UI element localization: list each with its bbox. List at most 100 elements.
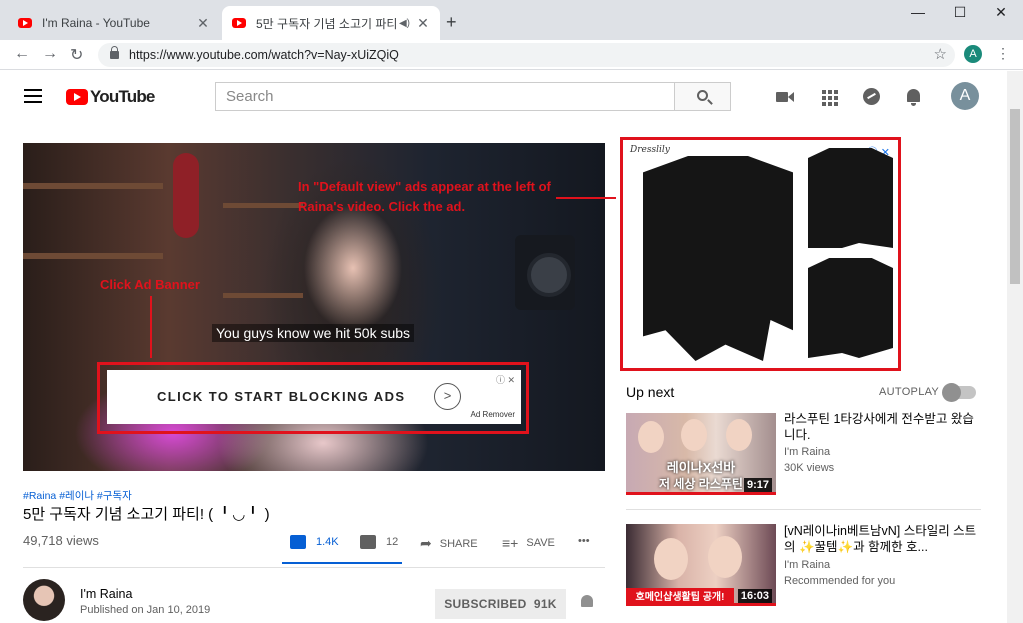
- browser-profile-avatar[interactable]: A: [964, 45, 982, 63]
- channel-name[interactable]: I'm Raina: [80, 587, 132, 601]
- youtube-favicon-icon: [18, 18, 32, 28]
- thumbs-down-icon: [360, 535, 376, 549]
- tab-close-icon[interactable]: ✕: [416, 15, 430, 32]
- like-count: 1.4K: [316, 536, 339, 548]
- youtube-logo[interactable]: YouTube: [66, 87, 155, 107]
- shelf: [23, 253, 163, 259]
- ad-banner-highlight: [97, 362, 529, 434]
- search-input[interactable]: Search: [215, 82, 674, 111]
- recommended-title[interactable]: [vN레이나in베트남vN] 스타일리 스트의 ✨꿀템✨과 함께한 호...: [784, 523, 984, 555]
- playlist-add-icon: ≡+: [502, 535, 519, 551]
- shelf: [223, 203, 303, 208]
- dislike-count: 12: [386, 536, 399, 548]
- youtube-logo-text: YouTube: [90, 87, 155, 106]
- youtube-favicon-icon: [232, 18, 246, 28]
- notifications-bell-icon[interactable]: [905, 88, 923, 106]
- video-thumbnail[interactable]: 호메인샵생활팁 공개! 16:03: [626, 524, 776, 606]
- share-label: SHARE: [439, 537, 478, 550]
- tab-close-icon[interactable]: ✕: [196, 15, 210, 32]
- video-caption: You guys know we hit 50k subs: [212, 324, 415, 342]
- microphone: [173, 153, 199, 238]
- annotation-arrow: [556, 197, 616, 199]
- thumbnail-text: 레이나X선바: [666, 460, 736, 475]
- save-label: SAVE: [526, 537, 555, 549]
- like-ratio-bar: [282, 562, 402, 564]
- recommended-channel[interactable]: I'm Raina: [784, 559, 830, 571]
- thumbnail-text: 호메인샵생활팁 공개!: [626, 588, 734, 603]
- create-video-icon[interactable]: [776, 88, 794, 106]
- video-title: 5만 구독자 기념 소고기 파티! ( ╹◡╹ ): [23, 506, 270, 523]
- video-thumbnail[interactable]: 레이나X선바 저 세상 라스푸틴 9:17: [626, 413, 776, 495]
- tab-im-raina[interactable]: I'm Raina - YouTube ✕: [8, 6, 220, 40]
- face: [638, 421, 664, 453]
- dislike-button[interactable]: 12: [360, 535, 398, 549]
- maximize-button[interactable]: ☐: [945, 4, 975, 21]
- up-next-heading: Up next: [626, 384, 675, 400]
- face: [726, 419, 752, 451]
- like-button[interactable]: 1.4K: [290, 535, 339, 549]
- apps-grid-icon[interactable]: [820, 88, 838, 106]
- recommended-views: 30K views: [784, 462, 835, 474]
- duration-badge: 9:17: [743, 478, 772, 492]
- speaker: [515, 235, 575, 310]
- address-bar[interactable]: https://www.youtube.com/watch?v=Nay-xUiZ…: [98, 43, 955, 67]
- tab-title: I'm Raina - YouTube: [42, 16, 150, 30]
- view-count: 49,718 views: [23, 533, 99, 548]
- browser-menu-icon[interactable]: ⋮: [996, 45, 1010, 62]
- bookmark-star-icon[interactable]: ☆: [934, 45, 947, 63]
- watch-progress-bar: [626, 492, 776, 495]
- new-tab-button[interactable]: +: [446, 12, 457, 33]
- youtube-page: YouTube Search A You guys know we hit 50…: [0, 71, 1007, 623]
- more-actions-button[interactable]: •••: [578, 535, 590, 547]
- recommended-reason: Recommended for you: [784, 575, 896, 587]
- youtube-logo-icon: [66, 89, 88, 105]
- forward-button[interactable]: →: [42, 45, 58, 63]
- channel-notification-bell-icon[interactable]: [579, 595, 595, 611]
- search-button[interactable]: [674, 82, 731, 111]
- messages-icon[interactable]: [863, 88, 881, 106]
- subscriber-count: 91K: [533, 597, 557, 611]
- save-button[interactable]: ≡+ SAVE: [502, 535, 555, 551]
- recommended-channel[interactable]: I'm Raina: [784, 446, 830, 458]
- tab-video-active[interactable]: 5만 구독자 기념 소고기 파티 ◀) ✕: [222, 6, 440, 40]
- tab-title: 5만 구독자 기념 소고기 파티: [256, 16, 398, 31]
- autoplay-toggle[interactable]: [942, 383, 976, 402]
- face: [681, 419, 707, 451]
- recommended-title[interactable]: 라스푸틴 1타강사에게 전수받고 왔습니다.: [784, 411, 984, 443]
- thumbs-up-icon: [290, 535, 306, 549]
- hamburger-menu-icon[interactable]: [24, 89, 42, 103]
- duration-badge: 16:03: [737, 589, 772, 603]
- account-avatar[interactable]: A: [951, 82, 979, 110]
- channel-avatar[interactable]: [23, 579, 65, 621]
- annotation-arrow: [150, 296, 152, 358]
- browser-toolbar: ← → ↻ https://www.youtube.com/watch?v=Na…: [0, 40, 1023, 70]
- publish-date: Published on Jan 10, 2019: [80, 604, 211, 616]
- divider: [626, 509, 981, 510]
- subscribe-label: SUBSCRIBED: [444, 597, 527, 611]
- share-button[interactable]: ➦ SHARE: [420, 535, 478, 552]
- side-ad-annotation: In "Default view" ads appear at the left…: [298, 179, 551, 214]
- reload-button[interactable]: ↻: [70, 45, 83, 65]
- autoplay-label: AUTOPLAY: [879, 386, 940, 398]
- video-hashtags[interactable]: #Raina #레이나 #구독자: [23, 488, 132, 503]
- face: [708, 536, 742, 578]
- divider: [23, 567, 605, 568]
- back-button[interactable]: ←: [14, 45, 30, 63]
- lock-icon: [110, 46, 119, 59]
- shelf: [223, 293, 303, 298]
- minimize-button[interactable]: —: [903, 4, 933, 20]
- subscribed-button[interactable]: SUBSCRIBED 91K: [435, 589, 566, 619]
- face: [654, 538, 688, 580]
- scrollbar-thumb[interactable]: [1010, 109, 1020, 284]
- close-window-button[interactable]: ✕: [986, 4, 1016, 21]
- share-icon: ➦: [420, 535, 432, 551]
- audio-playing-icon[interactable]: ◀): [399, 18, 410, 29]
- browser-tab-bar: I'm Raina - YouTube ✕ 5만 구독자 기념 소고기 파티 ◀…: [0, 0, 1023, 40]
- url-text: https://www.youtube.com/watch?v=Nay-xUiZ…: [129, 48, 399, 62]
- shelf: [23, 183, 163, 189]
- search-icon: [697, 90, 708, 101]
- masthead: YouTube Search A: [0, 71, 1007, 121]
- watch-progress-bar: [626, 603, 776, 606]
- side-ad-highlight: [620, 137, 901, 371]
- page-scrollbar[interactable]: [1007, 71, 1023, 623]
